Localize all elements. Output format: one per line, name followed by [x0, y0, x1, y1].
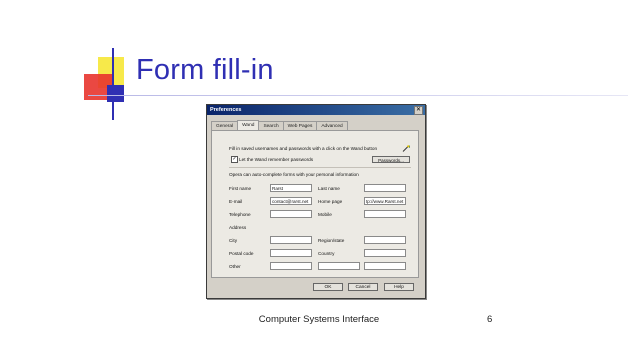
city-field[interactable]: [270, 236, 312, 244]
other-field-3[interactable]: [364, 262, 406, 270]
city-label: City: [229, 238, 238, 243]
intro-text: Fill in saved usernames and passwords wi…: [229, 146, 378, 151]
region-label: Region/state: [318, 238, 345, 243]
postal-code-field[interactable]: [270, 249, 312, 257]
email-label: E-mail: [229, 199, 243, 204]
region-field[interactable]: [364, 236, 406, 244]
page-number: 6: [487, 314, 493, 325]
cancel-button[interactable]: Cancel: [348, 283, 378, 291]
tab-advanced[interactable]: Advanced: [316, 121, 348, 130]
decor-blue-square: [107, 85, 124, 102]
close-icon[interactable]: ✕: [414, 106, 423, 115]
wand-icon[interactable]: [402, 145, 410, 152]
other-field-2[interactable]: [318, 262, 360, 270]
decor-vertical-line: [112, 48, 114, 120]
slide-footer: Computer Systems Interface: [258, 314, 380, 325]
first-name-field[interactable]: Rarst: [270, 184, 312, 192]
tab-wand[interactable]: Wand: [237, 120, 260, 130]
email-field[interactable]: contact@rarst.net: [270, 197, 312, 205]
wand-panel: Fill in saved usernames and passwords wi…: [211, 130, 419, 278]
first-name-label: First name: [229, 186, 252, 191]
separator: [229, 167, 411, 168]
preferences-dialog: Preferences ✕ General Wand Search Web Pa…: [206, 104, 426, 299]
tab-general[interactable]: General: [211, 121, 239, 130]
dialog-titlebar: Preferences ✕: [207, 105, 425, 115]
address-label: Address: [229, 225, 247, 230]
last-name-label: Last name: [318, 186, 340, 191]
remember-checkbox[interactable]: ✓: [231, 156, 238, 163]
telephone-label: Telephone: [229, 212, 251, 217]
country-label: Country: [318, 251, 335, 256]
help-button[interactable]: Help: [384, 283, 414, 291]
dialog-title: Preferences: [210, 107, 242, 113]
slide-title: Form fill-in: [136, 54, 274, 86]
home-page-label: Home page: [318, 199, 343, 204]
country-field[interactable]: [364, 249, 406, 257]
passwords-button[interactable]: Passwords...: [372, 156, 410, 163]
telephone-field[interactable]: [270, 210, 312, 218]
section-text: Opera can auto-complete forms with your …: [229, 172, 359, 177]
tab-web-pages[interactable]: Web Pages: [282, 121, 318, 130]
mobile-field[interactable]: [364, 210, 406, 218]
last-name-field[interactable]: [364, 184, 406, 192]
decor-horizontal-line: [88, 95, 628, 96]
tab-bar: General Wand Search Web Pages Advanced: [211, 120, 348, 130]
postal-code-label: Postal code: [229, 251, 254, 256]
remember-label: Let the Wand remember passwords: [239, 156, 314, 162]
home-page-field[interactable]: tp://www.Rarst.net: [364, 197, 406, 205]
mobile-label: Mobile: [318, 212, 332, 217]
ok-button[interactable]: OK: [313, 283, 343, 291]
tab-search[interactable]: Search: [258, 121, 284, 130]
other-label: Other: [229, 264, 241, 269]
other-field-1[interactable]: [270, 262, 312, 270]
